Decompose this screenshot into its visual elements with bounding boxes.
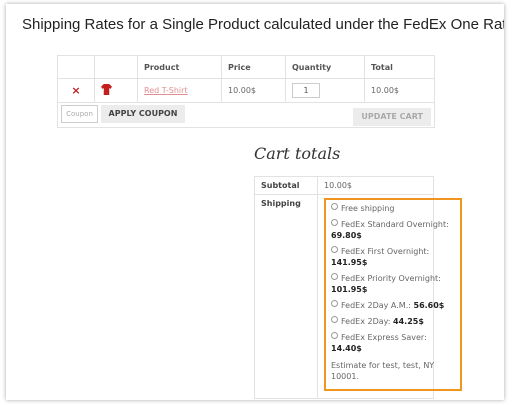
cart-actions-row: Coupon APPLY COUPON UPDATE CART: [57, 102, 435, 128]
page-title: Shipping Rates for a Single Product calc…: [22, 16, 504, 33]
radio-button[interactable]: [331, 332, 338, 339]
update-cart-button[interactable]: UPDATE CART: [353, 107, 431, 126]
shipping-option-first-overnight[interactable]: FedEx First Overnight: 141.95$: [331, 246, 455, 268]
product-link[interactable]: Red T-Shirt: [137, 78, 222, 103]
cart-totals-heading: Cart totals: [254, 144, 341, 163]
t-shirt-icon: [101, 84, 112, 95]
shipping-estimate-text: Estimate for test, test, NY 10001.: [331, 361, 435, 381]
quantity-cell: 1: [285, 78, 365, 103]
cart-header-row: Product Price Quantity Total: [57, 55, 435, 79]
header-quantity: Quantity: [285, 55, 365, 79]
shipping-label: Shipping: [254, 194, 318, 399]
coupon-input[interactable]: Coupon: [61, 104, 98, 123]
apply-coupon-button[interactable]: APPLY COUPON: [100, 104, 186, 123]
subtotal-label: Subtotal: [254, 176, 318, 195]
product-thumbnail[interactable]: [94, 78, 138, 103]
radio-button[interactable]: [331, 316, 338, 323]
screenshot-frame: Shipping Rates for a Single Product calc…: [6, 4, 504, 400]
subtotal-value: 10.00$: [317, 176, 434, 195]
header-product: Product: [137, 55, 222, 79]
quantity-input[interactable]: 1: [292, 83, 320, 98]
shipping-option-priority-overnight[interactable]: FedEx Priority Overnight: 101.95$: [331, 273, 455, 295]
shipping-options-highlight: Free shipping FedEx Standard Overnight: …: [324, 198, 462, 391]
header-total: Total: [364, 55, 435, 79]
shipping-option-2day-am[interactable]: FedEx 2Day A.M.: 56.60$: [331, 300, 455, 311]
radio-button[interactable]: [331, 219, 338, 226]
product-price: 10.00$: [221, 78, 286, 103]
shipping-option-2day[interactable]: FedEx 2Day: 44.25$: [331, 316, 455, 327]
radio-button[interactable]: [331, 203, 338, 210]
product-total: 10.00$: [364, 78, 435, 103]
shipping-option-standard-overnight[interactable]: FedEx Standard Overnight: 69.80$: [331, 219, 455, 241]
remove-item-button[interactable]: ×: [57, 78, 95, 103]
shipping-option-express-saver[interactable]: FedEx Express Saver: 14.40$: [331, 332, 455, 354]
radio-button[interactable]: [331, 300, 338, 307]
shipping-option-free[interactable]: Free shipping: [331, 203, 455, 214]
header-price: Price: [221, 55, 286, 79]
subtotal-row: Subtotal 10.00$: [254, 176, 434, 195]
cart-table: Product Price Quantity Total × Red T-Shi…: [57, 55, 435, 128]
radio-button[interactable]: [331, 273, 338, 280]
table-row: × Red T-Shirt 10.00$ 1 10.00$: [57, 78, 435, 103]
radio-button[interactable]: [331, 246, 338, 253]
